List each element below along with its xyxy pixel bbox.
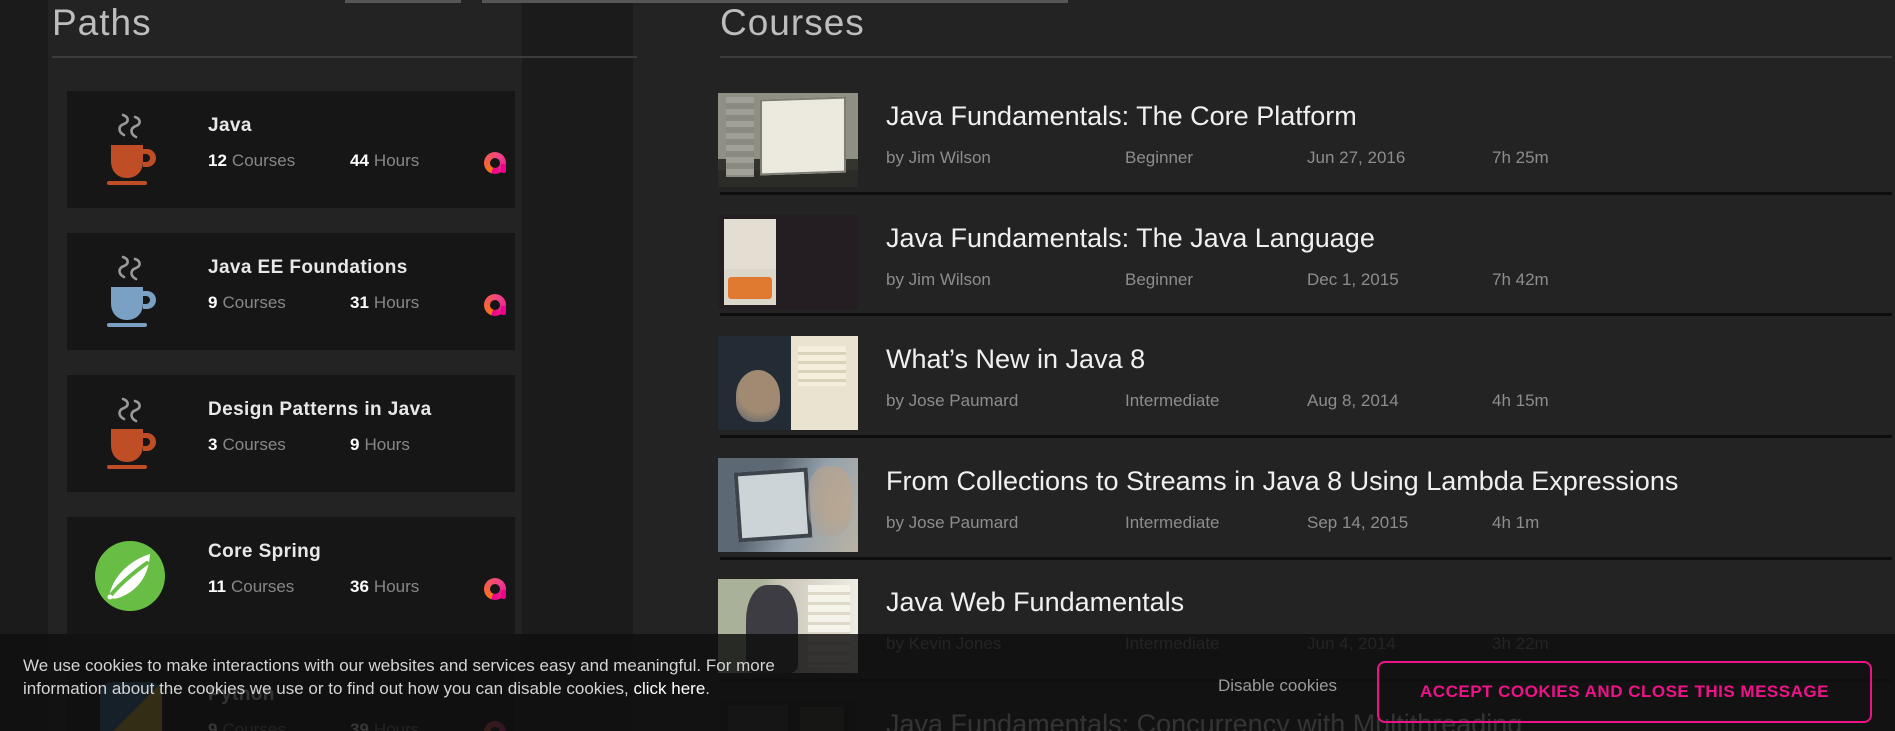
course-count-number: 3 xyxy=(208,435,217,454)
spring-leaf-icon xyxy=(95,541,165,611)
course-level: Intermediate xyxy=(1125,513,1220,533)
paths-heading-rule xyxy=(52,56,637,58)
path-card[interactable]: Java EE Foundations 9 Courses 31 Hours xyxy=(67,233,515,350)
course-title: Java Web Fundamentals xyxy=(886,587,1184,618)
cookie-message: We use cookies to make interactions with… xyxy=(23,654,775,700)
row-divider xyxy=(720,313,1892,316)
course-date: Sep 14, 2015 xyxy=(1307,513,1408,533)
course-level: Intermediate xyxy=(1125,391,1220,411)
path-course-count: 9 Courses xyxy=(208,293,286,313)
path-course-count: 11 Courses xyxy=(208,577,294,597)
course-title: Java Fundamentals: The Java Language xyxy=(886,223,1375,254)
paths-heading: Paths xyxy=(52,2,152,44)
path-badge-icon xyxy=(484,578,506,600)
course-author: by Jose Paumard xyxy=(886,513,1018,533)
path-badge-icon xyxy=(484,152,506,174)
course-author: by Jose Paumard xyxy=(886,391,1018,411)
hours-number: 9 xyxy=(350,435,359,454)
course-count-label: Courses xyxy=(231,577,294,596)
course-title: Java Fundamentals: The Core Platform xyxy=(886,101,1357,132)
coffee-cup-icon xyxy=(100,111,160,189)
course-author: by Jim Wilson xyxy=(886,270,991,290)
cookie-message-period: . xyxy=(705,679,710,698)
course-level: Beginner xyxy=(1125,270,1193,290)
path-hours: 36 Hours xyxy=(350,577,419,597)
path-title: Core Spring xyxy=(208,541,321,563)
disable-cookies-link[interactable]: Disable cookies xyxy=(1218,676,1337,696)
path-hours: 31 Hours xyxy=(350,293,419,313)
course-thumbnail xyxy=(718,458,858,552)
cookie-message-line2: information about the cookies we use or … xyxy=(23,679,633,698)
top-cropped-tab[interactable] xyxy=(345,0,461,3)
hours-number: 36 xyxy=(350,577,369,596)
course-level: Beginner xyxy=(1125,148,1193,168)
course-duration: 4h 1m xyxy=(1492,513,1539,533)
course-row[interactable]: Java Fundamentals: The Core Platform by … xyxy=(718,93,1892,188)
course-duration: 4h 15m xyxy=(1492,391,1549,411)
course-thumbnail xyxy=(718,93,858,187)
course-duration: 7h 42m xyxy=(1492,270,1549,290)
course-date: Jun 27, 2016 xyxy=(1307,148,1405,168)
hours-label: Hours xyxy=(374,293,419,312)
course-title: From Collections to Streams in Java 8 Us… xyxy=(886,466,1678,497)
hours-label: Hours xyxy=(374,577,419,596)
path-title: Java EE Foundations xyxy=(208,257,408,279)
path-card[interactable]: Java 12 Courses 44 Hours xyxy=(67,91,515,208)
cookie-banner: We use cookies to make interactions with… xyxy=(0,634,1895,731)
library-page: Paths Java 12 Courses 44 Hours xyxy=(0,0,1895,731)
path-card[interactable]: Core Spring 11 Courses 36 Hours xyxy=(67,517,515,634)
course-thumbnail xyxy=(718,336,858,430)
path-course-count: 12 Courses xyxy=(208,151,295,171)
path-hours: 9 Hours xyxy=(350,435,410,455)
course-duration: 7h 25m xyxy=(1492,148,1549,168)
course-count-number: 12 xyxy=(208,151,227,170)
path-title: Design Patterns in Java xyxy=(208,399,432,421)
left-margin-strip xyxy=(0,0,48,731)
coffee-cup-icon xyxy=(100,253,160,331)
course-date: Aug 8, 2014 xyxy=(1307,391,1399,411)
hours-number: 31 xyxy=(350,293,369,312)
course-thumbnail xyxy=(718,215,858,309)
accept-cookies-button[interactable]: ACCEPT COOKIES AND CLOSE THIS MESSAGE xyxy=(1377,661,1872,723)
course-count-label: Courses xyxy=(222,435,285,454)
course-count-label: Courses xyxy=(232,151,295,170)
course-title: What’s New in Java 8 xyxy=(886,344,1145,375)
hours-label: Hours xyxy=(374,151,419,170)
path-card[interactable]: Design Patterns in Java 3 Courses 9 Hours xyxy=(67,375,515,492)
hours-number: 44 xyxy=(350,151,369,170)
path-course-count: 3 Courses xyxy=(208,435,286,455)
course-row[interactable]: Java Fundamentals: The Java Language by … xyxy=(718,215,1892,310)
path-hours: 44 Hours xyxy=(350,151,419,171)
path-badge-icon xyxy=(484,294,506,316)
course-author: by Jim Wilson xyxy=(886,148,991,168)
row-divider xyxy=(720,192,1892,195)
coffee-cup-icon xyxy=(100,395,160,473)
course-row[interactable]: What’s New in Java 8 by Jose Paumard Int… xyxy=(718,336,1892,431)
path-title: Java xyxy=(208,115,252,137)
course-count-label: Courses xyxy=(222,293,285,312)
column-gutter xyxy=(522,0,633,731)
row-divider xyxy=(720,557,1892,560)
courses-heading: Courses xyxy=(720,2,865,44)
courses-heading-rule xyxy=(720,56,1892,58)
course-count-number: 11 xyxy=(208,577,226,596)
row-divider xyxy=(720,435,1892,438)
click-here-link[interactable]: click here xyxy=(633,679,705,698)
course-row[interactable]: From Collections to Streams in Java 8 Us… xyxy=(718,458,1892,553)
course-date: Dec 1, 2015 xyxy=(1307,270,1399,290)
hours-label: Hours xyxy=(364,435,409,454)
course-count-number: 9 xyxy=(208,293,217,312)
cookie-message-line1: We use cookies to make interactions with… xyxy=(23,656,775,675)
